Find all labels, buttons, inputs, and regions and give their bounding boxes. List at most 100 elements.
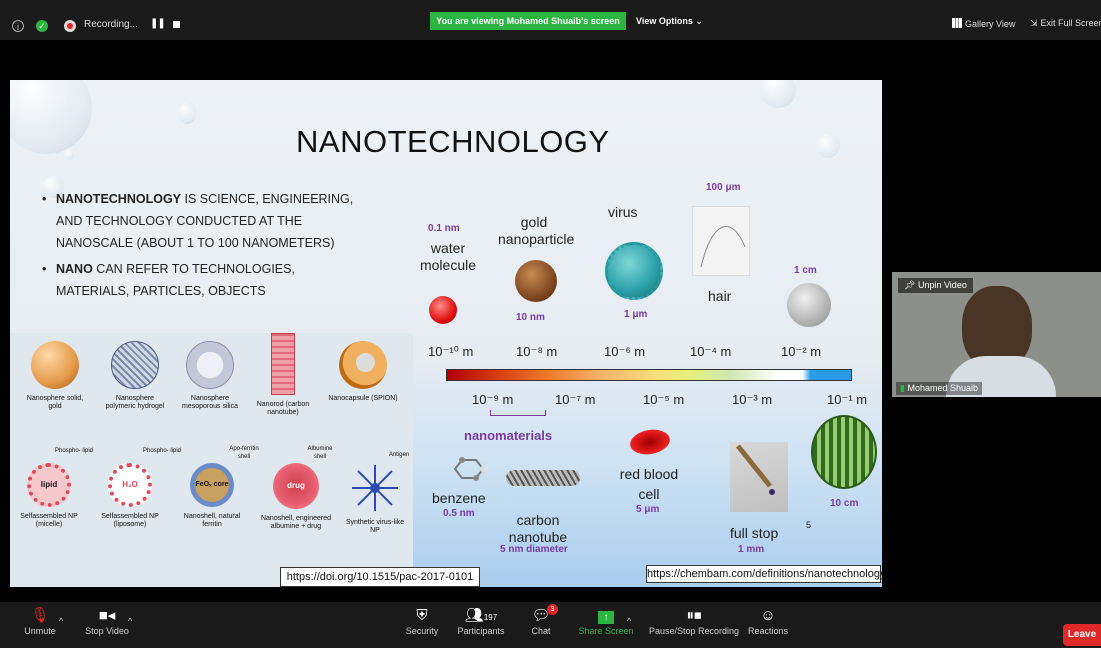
bullet-1-line2: AND TECHNOLOGY CONDUCTED AT THE	[56, 214, 303, 228]
water-molecule-image	[429, 296, 457, 324]
share-screen-label: Share Screen	[578, 626, 634, 636]
np-label: Nanosphere solid, gold	[26, 395, 84, 410]
gallery-view-button[interactable]: Gallery View	[952, 18, 1015, 29]
bullet-point-2: • NANO CAN REFER TO TECHNOLOGIES, MATERI…	[42, 262, 295, 298]
np-label: Nanorod (carbon nanotube)	[256, 401, 310, 416]
water-size: 0.1 nm	[428, 223, 460, 234]
encryption-shield-icon[interactable]: ✓	[36, 20, 48, 32]
np-label: Selfassembled NP (liposome)	[101, 513, 159, 528]
security-button[interactable]: ⛨ Security	[402, 606, 442, 636]
full-stop-image	[730, 442, 788, 512]
stop-video-label: Stop Video	[85, 626, 129, 636]
carbon-nanotube-label: carbon nanotube	[508, 512, 568, 545]
watermelon-size: 10 cm	[830, 498, 859, 509]
participants-button[interactable]: 👥︎197 Participants	[456, 606, 506, 636]
bullet-1-keyword: NANOTECHNOLOGY	[56, 192, 181, 206]
scale-top-label-1: 10⁻¹⁰ m	[428, 344, 474, 359]
pause-recording-icon[interactable]: ❚❚	[150, 18, 166, 29]
scale-top-label-3: 10⁻⁶ m	[604, 344, 646, 359]
scale-top-label-4: 10⁻⁴ m	[690, 344, 732, 359]
video-options-chevron[interactable]: ^	[128, 616, 132, 626]
np-label: Nanosphere polymeric hydrogel	[105, 395, 165, 410]
unpin-video-label: Unpin Video	[917, 280, 967, 290]
water-drop-decoration	[816, 134, 840, 158]
signal-bars-icon: ▮	[900, 383, 905, 393]
screen-share-banner: You are viewing Mohamed Shuaib's screen	[430, 12, 626, 30]
participant-name: Mohamed Shuaib	[907, 383, 979, 393]
chevron-up-icon: ^	[128, 616, 133, 626]
carbon-nanotube-image	[506, 470, 580, 486]
share-screen-button[interactable]: ↑ Share Screen	[578, 606, 634, 636]
leave-button[interactable]: Leave	[1063, 624, 1101, 646]
unpin-video-button[interactable]: 📌︎ Unpin Video	[898, 278, 973, 293]
pause-stop-recording-button[interactable]: ⏸︎⏹︎ Pause/Stop Recording	[646, 606, 742, 636]
full-stop-label: full stop	[730, 525, 779, 541]
np-item: lipid Selfassembled NP (micelle)	[14, 463, 84, 529]
chat-badge: 3	[547, 604, 558, 615]
grid-icon	[952, 18, 962, 28]
np-item: Nanosphere polymeric hydrogel	[100, 341, 170, 411]
virus-size: 1 μm	[624, 309, 648, 320]
water-drop-decoration	[64, 150, 74, 160]
participants-icon: 👥︎197	[464, 607, 498, 624]
np-inner: lipid	[27, 463, 71, 507]
watermelon-image	[811, 415, 877, 489]
stop-recording-icon[interactable]	[173, 21, 180, 28]
nanomaterials-label: nanomaterials	[464, 428, 553, 443]
reactions-button[interactable]: ☺ Reactions	[745, 606, 791, 636]
chat-label: Chat	[531, 626, 551, 636]
chembam-citation: https://chembam.com/definitions/nanotech…	[646, 565, 882, 583]
view-options-button[interactable]: View Options ⌄	[636, 12, 703, 30]
security-shield-icon: ⛨	[416, 607, 428, 624]
unmute-button[interactable]: 🎙︎ Unmute	[18, 606, 62, 636]
np-tag: Phospho- lipid	[142, 448, 182, 454]
exit-fullscreen-icon: ⇲	[1030, 18, 1038, 28]
pen-tip-icon	[736, 444, 775, 495]
bullet-2-keyword: NANO	[56, 262, 93, 276]
virus-label: virus	[608, 204, 638, 220]
np-label: Synthetic virus-like NP	[345, 519, 405, 534]
np-item: H₂O Selfassembled NP (liposome)	[92, 463, 168, 529]
scale-bottom-label-3: 10⁻⁵ m	[643, 392, 685, 407]
benzene-molecule-icon	[453, 457, 486, 481]
benzene-label: benzene	[432, 490, 486, 506]
participants-label: Participants	[457, 626, 505, 636]
unmute-label: Unmute	[24, 626, 56, 636]
stop-video-button[interactable]: ■◂ Stop Video	[82, 606, 132, 636]
carbon-nanotube-size: 5 nm diameter	[500, 544, 568, 555]
slide-number: 5	[806, 520, 812, 530]
np-tag: Antigen	[388, 452, 410, 458]
np-item: Nanosphere solid, gold	[20, 341, 90, 411]
scale-bottom-label-4: 10⁻³ m	[732, 392, 773, 407]
recording-label: Recording...	[84, 19, 138, 30]
info-icon[interactable]: i	[12, 20, 24, 32]
red-blood-cell-image	[628, 426, 672, 458]
np-item: drug Nanoshell, engineered albumine + dr…	[256, 463, 336, 531]
muted-microphone-icon: 🎙︎	[30, 607, 50, 624]
np-label: Nanoshell, engineered albumine + drug	[260, 515, 332, 530]
audio-options-chevron[interactable]: ^	[59, 616, 63, 626]
gallery-view-label: Gallery View	[965, 19, 1016, 29]
participant-video-tile[interactable]: 📌︎ Unpin Video ▮ Mohamed Shuaib	[892, 272, 1101, 397]
chat-button[interactable]: 💬︎ 3 Chat	[526, 604, 558, 636]
smiley-icon: ☺	[760, 607, 776, 624]
full-stop-size: 1 mm	[738, 544, 765, 555]
chevron-up-icon: ^	[627, 616, 632, 626]
share-options-chevron[interactable]: ^	[627, 616, 631, 626]
exit-fullscreen-label: Exit Full Screen	[1040, 18, 1101, 28]
video-camera-icon: ■◂	[98, 607, 116, 624]
meeting-controls-toolbar: 🎙︎ Unmute ^ ■◂ Stop Video ^ ⛨ Security 👥…	[0, 602, 1101, 648]
np-item: Nanosphere mesoporous silica	[180, 341, 240, 411]
benzene-image	[450, 454, 492, 484]
scale-bottom-label-1: 10⁻⁹ m	[472, 392, 514, 407]
recording-icon	[64, 20, 76, 32]
np-inner: drug	[273, 463, 319, 509]
bullet-point-1: • NANOTECHNOLOGY IS SCIENCE, ENGINEERING…	[42, 192, 354, 250]
virus-like-np-icon	[352, 465, 398, 511]
pause-recording-label: Pause/Stop Recording	[648, 626, 740, 636]
virus-image	[605, 242, 663, 300]
benzene-size: 0.5 nm	[443, 508, 475, 519]
exit-fullscreen-button[interactable]: ⇲ Exit Full Screen	[1030, 18, 1101, 29]
np-label: Nanosphere mesoporous silica	[181, 395, 239, 410]
bullet-1-line3: NANOSCALE (ABOUT 1 TO 100 NANOMETERS)	[56, 236, 335, 250]
